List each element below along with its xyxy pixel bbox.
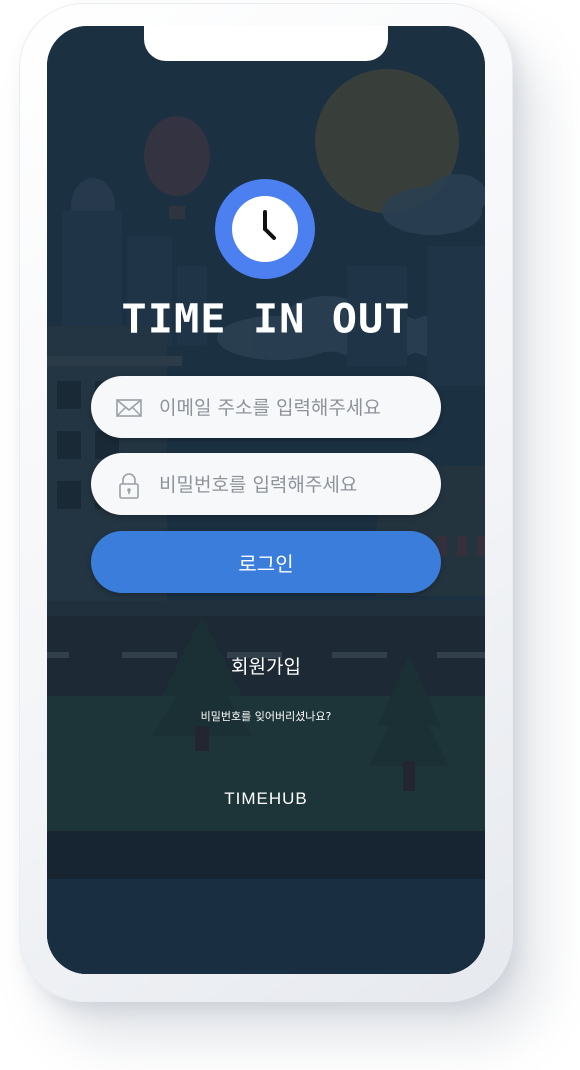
brand-footer: TIMEHUB <box>224 789 308 808</box>
forgot-password-link[interactable]: 비밀번호를 잊어버리셨나요? <box>47 708 485 724</box>
lock-icon <box>115 471 143 499</box>
email-field[interactable] <box>91 376 441 440</box>
phone-frame: TIME IN OUT 이메일 주소를 입력해주세요 로그인 회원가입 비밀번호… <box>20 4 512 1001</box>
email-input[interactable] <box>157 376 431 440</box>
login-button[interactable]: 로그인 <box>91 531 441 593</box>
app-screen: TIME IN OUT 이메일 주소를 입력해주세요 로그인 회원가입 비밀번호… <box>47 26 485 974</box>
clock-icon <box>232 196 298 262</box>
app-title: TIME IN OUT <box>121 295 411 342</box>
password-input[interactable] <box>157 453 431 517</box>
logo-clock-icon <box>215 179 315 279</box>
signup-link[interactable]: 회원가입 <box>47 652 485 679</box>
envelope-icon <box>115 394 143 422</box>
phone-notch <box>144 26 388 61</box>
password-field[interactable] <box>91 453 441 517</box>
